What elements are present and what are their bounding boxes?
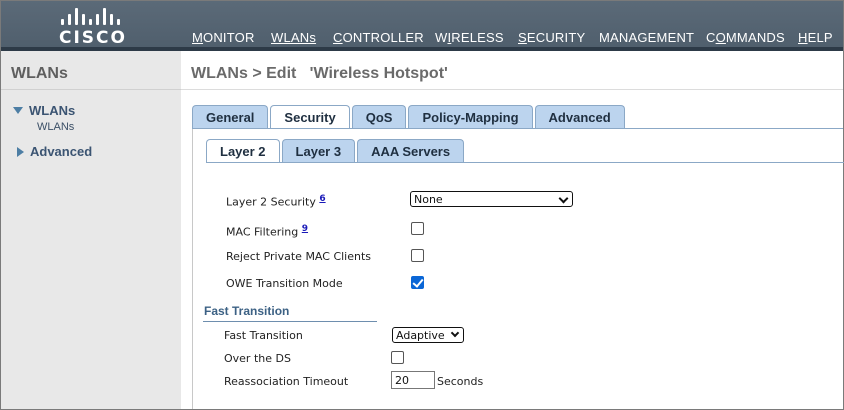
chevron-down-icon bbox=[558, 193, 569, 204]
main-tabs: General Security QoS Policy-Mapping Adva… bbox=[192, 105, 625, 129]
chevron-down-icon bbox=[450, 328, 460, 338]
main-content: WLANs > Edit 'Wireless Hotspot' General … bbox=[181, 51, 844, 409]
footnote-9-link[interactable]: 9 bbox=[302, 224, 308, 234]
fast-transition-select[interactable]: Adaptive bbox=[392, 327, 464, 343]
expanded-triangle-icon bbox=[13, 107, 23, 114]
nav-management[interactable]: MANAGEMENT bbox=[599, 30, 694, 45]
sidebar-item-wlans[interactable]: WLANs bbox=[13, 103, 75, 118]
sub-tabs: Layer 2 Layer 3 AAA Servers bbox=[206, 139, 465, 163]
sidebar: WLANs WLANs WLANs Advanced bbox=[1, 51, 181, 409]
cisco-logo: CISCO bbox=[59, 7, 127, 48]
title-divider bbox=[181, 89, 843, 90]
nav-wireless[interactable]: WIRELESS bbox=[435, 30, 504, 45]
reassociation-timeout-label: Reassociation Timeout bbox=[224, 375, 349, 388]
layer2-security-label: Layer 2 Security 6 bbox=[226, 194, 326, 209]
reassociation-timeout-input[interactable]: 20 bbox=[391, 371, 435, 389]
reject-private-mac-label: Reject Private MAC Clients bbox=[226, 250, 372, 263]
tab-qos[interactable]: QoS bbox=[351, 105, 407, 128]
tab-advanced[interactable]: Advanced bbox=[534, 105, 625, 128]
sidebar-divider bbox=[1, 89, 181, 90]
tab-policy-mapping[interactable]: Policy-Mapping bbox=[408, 105, 533, 128]
subtabs-underline bbox=[206, 162, 844, 163]
fast-transition-label: Fast Transition bbox=[224, 329, 303, 342]
over-the-ds-label: Over the DS bbox=[224, 352, 291, 365]
nav-controller[interactable]: CONTROLLER bbox=[333, 30, 424, 45]
sidebar-subitem-wlans[interactable]: WLANs bbox=[37, 121, 74, 133]
nav-security[interactable]: SECURITY bbox=[518, 30, 585, 45]
sidebar-item-label: WLANs bbox=[29, 103, 76, 118]
cisco-logo-bars bbox=[59, 7, 125, 25]
tab-layer3[interactable]: Layer 3 bbox=[281, 139, 356, 162]
nav-help[interactable]: HELP bbox=[798, 30, 833, 45]
tab-security[interactable]: Security bbox=[270, 105, 350, 129]
owe-transition-checkbox[interactable] bbox=[411, 276, 424, 289]
sidebar-title: WLANs bbox=[11, 65, 68, 82]
reassociation-timeout-unit: Seconds bbox=[437, 375, 484, 388]
tab-aaa-servers[interactable]: AAA Servers bbox=[357, 139, 465, 162]
cisco-logo-text: CISCO bbox=[59, 28, 127, 48]
security-panel: Layer 2 Layer 3 AAA Servers Layer 2 Secu… bbox=[192, 129, 844, 409]
reject-private-mac-checkbox[interactable] bbox=[411, 249, 424, 262]
sidebar-item-advanced[interactable]: Advanced bbox=[17, 144, 92, 159]
nav-commands[interactable]: COMMANDS bbox=[706, 30, 785, 45]
layer2-security-select[interactable]: None bbox=[410, 191, 573, 207]
tab-layer2[interactable]: Layer 2 bbox=[206, 139, 280, 163]
mac-filtering-label: MAC Filtering 9 bbox=[226, 224, 309, 239]
owe-transition-label: OWE Transition Mode bbox=[226, 277, 343, 290]
fast-transition-heading: Fast Transition bbox=[204, 304, 290, 318]
fast-transition-divider bbox=[203, 321, 377, 322]
mac-filtering-checkbox[interactable] bbox=[411, 222, 424, 235]
over-the-ds-checkbox[interactable] bbox=[391, 351, 404, 364]
collapsed-triangle-icon bbox=[17, 146, 24, 157]
sidebar-item-label: Advanced bbox=[30, 144, 93, 159]
nav-wlans[interactable]: WLANs bbox=[271, 30, 316, 45]
tab-general[interactable]: General bbox=[192, 105, 269, 128]
nav-monitor[interactable]: MONITOR bbox=[192, 30, 255, 45]
footnote-6-link[interactable]: 6 bbox=[319, 194, 325, 204]
page-title: WLANs > Edit 'Wireless Hotspot' bbox=[191, 65, 448, 82]
top-nav-bar: CISCO MONITOR WLANs CONTROLLER WIRELESS … bbox=[1, 1, 843, 51]
